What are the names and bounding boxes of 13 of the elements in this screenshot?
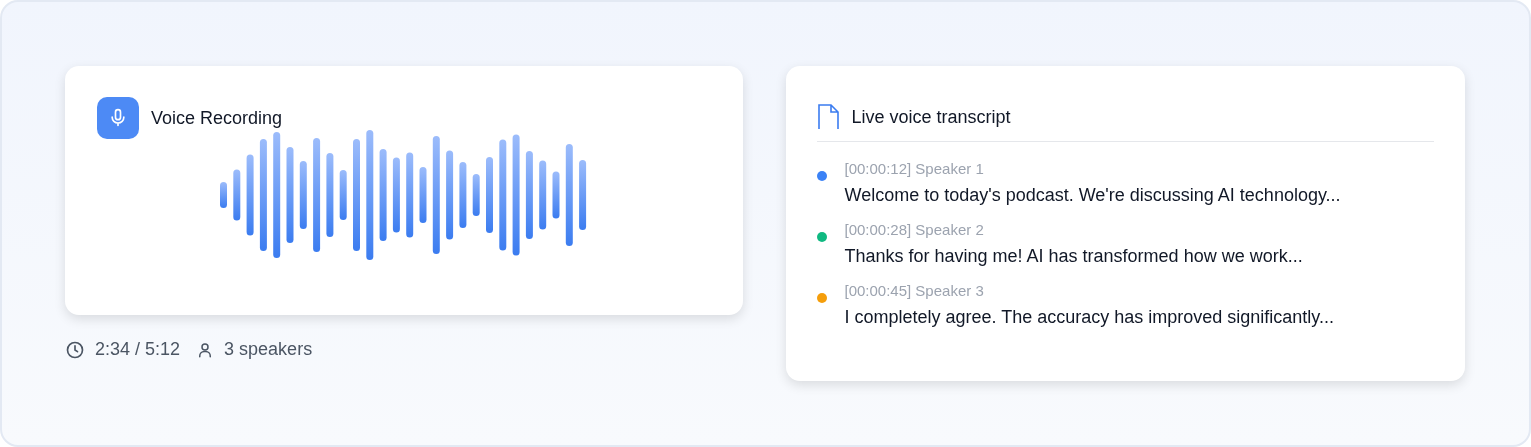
entry-timestamp: [00:00:45] Speaker 3: [844, 282, 985, 299]
card-title: Live voice transcript: [851, 106, 1011, 128]
clock-icon: [65, 339, 85, 360]
microphone-icon: [97, 97, 139, 139]
card-title: Voice Recording: [151, 107, 283, 129]
playback-time: 2:34 / 5:12: [95, 339, 181, 360]
speaker-count: 3 speakers: [224, 339, 313, 360]
entry-timestamp: [00:00:12] Speaker 1: [844, 160, 985, 177]
entry-text: Welcome to today's podcast. We're discussing AI technology...: [844, 185, 1341, 206]
entry-timestamp: [00:00:28] Speaker 2: [844, 221, 985, 238]
entry-text: I completely agree. The accuracy has improved significantly...: [844, 307, 1335, 328]
entry-text: Thanks for having me! AI has transformed how we work...: [844, 246, 1303, 267]
document-icon: [817, 104, 842, 130]
